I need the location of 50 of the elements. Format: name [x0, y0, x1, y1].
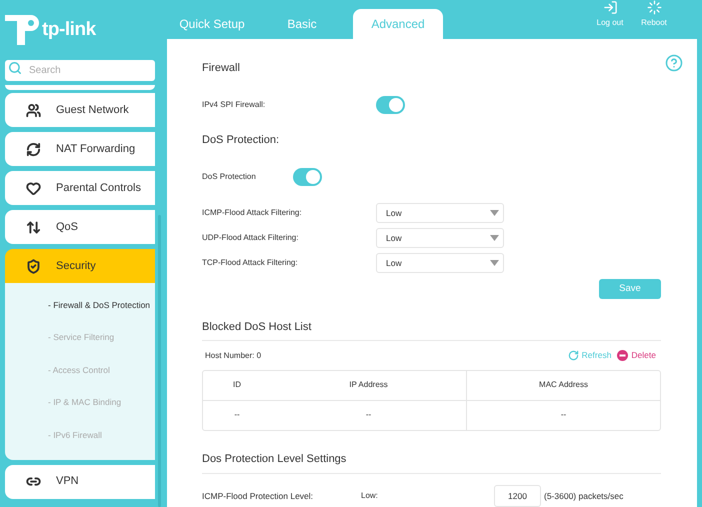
exit-icon [602, 0, 618, 15]
search-field[interactable]: Search [5, 60, 155, 81]
refresh-icon [568, 350, 579, 361]
section-title: Firewall [202, 61, 241, 76]
field-label: ICMP-Flood Attack Filtering: [202, 207, 303, 219]
table-cell-text: -- [233, 409, 241, 421]
dropdown-arrow-icon [490, 260, 499, 266]
host-count: Host Number: 0 [205, 350, 262, 362]
level-name: Low: [361, 490, 379, 502]
sidebar-item[interactable]: Security [5, 249, 155, 283]
section-title: Dos Protection Level Settings [202, 450, 661, 474]
level-dropdown[interactable]: Low [376, 253, 504, 273]
shield-icon [26, 258, 41, 274]
help-icon[interactable] [665, 54, 683, 72]
up-down-arrows-icon [26, 220, 41, 234]
field-label: IPv4 SPI Firewall: [202, 98, 266, 110]
field-label: TCP-Flood Attack Filtering: [202, 257, 299, 269]
level-dropdown[interactable]: Low [376, 203, 504, 223]
table-cell-text: -- [364, 409, 372, 421]
people-icon [26, 102, 41, 118]
packets-input[interactable]: 1200 [494, 485, 541, 507]
sidebar-item[interactable]: Guest Network [5, 93, 155, 127]
range-hint: (5-3600) packets/sec [544, 490, 624, 502]
sidebar-item[interactable]: Parental Controls [5, 171, 155, 205]
logo-text: tp-link [42, 20, 96, 39]
section-title: Blocked DoS Host List [202, 319, 661, 340]
field-label: ICMP-Flood Protection Level: [202, 490, 314, 502]
sidebar-item[interactable]: QoS [5, 210, 155, 244]
dropdown-arrow-icon [490, 235, 499, 241]
toggle-switch[interactable] [376, 96, 405, 114]
circular-arrows-icon [26, 142, 41, 156]
field-label: DoS Protection [202, 171, 257, 183]
dropdown-arrow-icon [490, 210, 499, 216]
heart-icon [26, 180, 41, 196]
level-dropdown[interactable]: Low [376, 228, 504, 248]
column-header: ID [232, 379, 242, 391]
spinner-icon [646, 0, 662, 15]
delete-button[interactable]: Delete [617, 349, 656, 362]
sidebar-item[interactable]: VPN [5, 464, 155, 498]
field-label: UDP-Flood Attack Filtering: [202, 232, 300, 244]
section-title: DoS Protection: [202, 132, 280, 148]
submenu-item[interactable]: - Firewall & DoS Protection [5, 289, 155, 322]
logo-icon [5, 14, 39, 44]
search-icon [8, 60, 22, 74]
sidebar-item[interactable]: NAT Forwarding [5, 132, 155, 166]
toggle-switch[interactable] [293, 168, 322, 186]
table-cell: -- [466, 400, 660, 430]
column-header: IP Address [348, 379, 389, 391]
minus-circle-icon [617, 350, 628, 361]
column-header: MAC Address [466, 370, 660, 400]
